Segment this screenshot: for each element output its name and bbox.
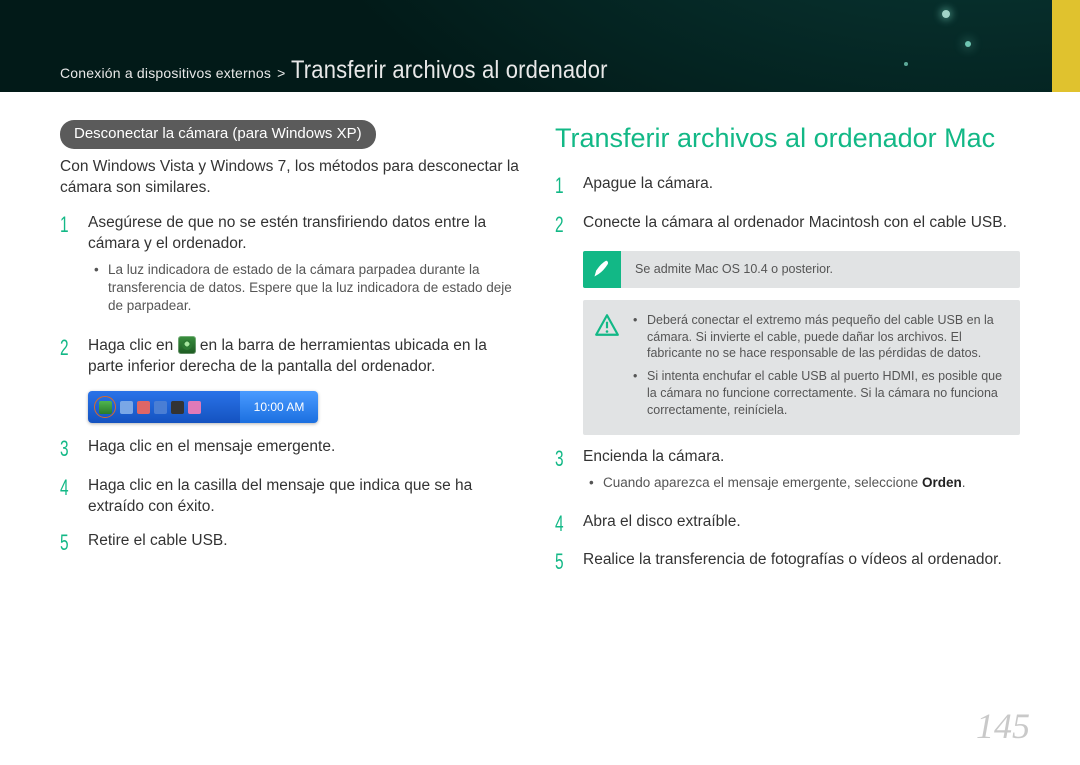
step-text: Conecte la cámara al ordenador Macintosh… [583, 213, 1020, 237]
safely-remove-hardware-icon [178, 336, 196, 354]
breadcrumb-section: Conexión a dispositivos externos [60, 65, 271, 81]
intro-paragraph: Con Windows Vista y Windows 7, los métod… [60, 157, 525, 199]
step-text: Haga clic en la casilla del mensaje que … [88, 476, 525, 518]
step-text: Apague la cámara. [583, 174, 1020, 198]
tray-icon [137, 401, 150, 414]
mac-step-5: 5 Realice la transferencia de fotografía… [555, 550, 1020, 574]
tray-remove-hardware-icon [99, 401, 112, 414]
step-4: 4 Haga clic en la casilla del mensaje qu… [60, 476, 525, 518]
taskbar-clock: 10:00 AM [240, 391, 318, 423]
bullet-post: . [962, 475, 966, 490]
step-number: 4 [555, 512, 568, 536]
step-2: 2 Haga clic en en la barra de herramient… [60, 336, 525, 378]
step-text: Abra el disco extraíble. [583, 512, 1020, 536]
section-color-tab [1052, 0, 1080, 92]
system-tray [88, 391, 240, 423]
mac-step-3: 3 Encienda la cámara. • Cuando aparezca … [555, 447, 1020, 498]
tray-icon [154, 401, 167, 414]
warning-box: •Deberá conectar el extremo más pequeño … [583, 300, 1020, 435]
step-number: 3 [555, 447, 568, 498]
subsection-pill: Desconectar la cámara (para Windows XP) [60, 120, 376, 149]
step-number: 4 [60, 476, 73, 518]
breadcrumb-separator: > [277, 65, 285, 81]
bullet-bold: Orden [922, 475, 962, 490]
step-text: Retire el cable USB. [88, 531, 525, 555]
page-number: 145 [976, 705, 1030, 747]
windows-taskbar-screenshot: 10:00 AM [88, 391, 318, 423]
pen-note-icon [583, 251, 621, 288]
step-5: 5 Retire el cable USB. [60, 531, 525, 555]
left-column: Desconectar la cámara (para Windows XP) … [60, 120, 525, 725]
step-number: 2 [60, 336, 73, 378]
step-text: Haga clic en el mensaje emergente. [88, 437, 525, 461]
tray-highlight-circle [94, 396, 116, 418]
step-number: 5 [60, 531, 73, 555]
warning-icon [583, 310, 621, 338]
mac-step-2: 2 Conecte la cámara al ordenador Macinto… [555, 213, 1020, 237]
note-box: Se admite Mac OS 10.4 o posterior. [583, 251, 1020, 288]
bullet-dot: • [94, 261, 102, 316]
mac-step-4: 4 Abra el disco extraíble. [555, 512, 1020, 536]
step-1: 1 Asegúrese de que no se estén transfiri… [60, 213, 525, 322]
mac-step-3-bullet: • Cuando aparezca el mensaje emergente, … [589, 474, 1020, 492]
step-number: 1 [555, 174, 568, 198]
breadcrumb: Conexión a dispositivos externos > Trans… [60, 56, 651, 85]
step-text: Asegúrese de que no se estén transfirien… [88, 214, 486, 252]
step-number: 1 [60, 213, 73, 322]
page-content: Desconectar la cámara (para Windows XP) … [60, 120, 1020, 725]
tray-icon [171, 401, 184, 414]
step-2-pre: Haga clic en [88, 337, 178, 354]
step-number: 5 [555, 550, 568, 574]
step-1-bullet: • La luz indicadora de estado de la cáma… [94, 261, 525, 316]
bullet-text: La luz indicadora de estado de la cámara… [108, 261, 525, 316]
right-column: Transferir archivos al ordenador Mac 1 A… [555, 120, 1020, 725]
mac-step-1: 1 Apague la cámara. [555, 174, 1020, 198]
bullet-pre: Cuando aparezca el mensaje emergente, se… [603, 475, 922, 490]
step-number: 2 [555, 213, 568, 237]
warning-bullet-1: •Deberá conectar el extremo más pequeño … [633, 312, 1006, 363]
warning-bullet-2: •Si intenta enchufar el cable USB al pue… [633, 368, 1006, 419]
mac-heading: Transferir archivos al ordenador Mac [555, 120, 1020, 156]
note-text: Se admite Mac OS 10.4 o posterior. [631, 251, 1020, 288]
step-text: Encienda la cámara. [583, 448, 724, 465]
step-text: Realice la transferencia de fotografías … [583, 550, 1020, 574]
step-3: 3 Haga clic en el mensaje emergente. [60, 437, 525, 461]
step-number: 3 [60, 437, 73, 461]
tray-icon [188, 401, 201, 414]
tray-icon [120, 401, 133, 414]
breadcrumb-title: Transferir archivos al ordenador [291, 56, 608, 85]
